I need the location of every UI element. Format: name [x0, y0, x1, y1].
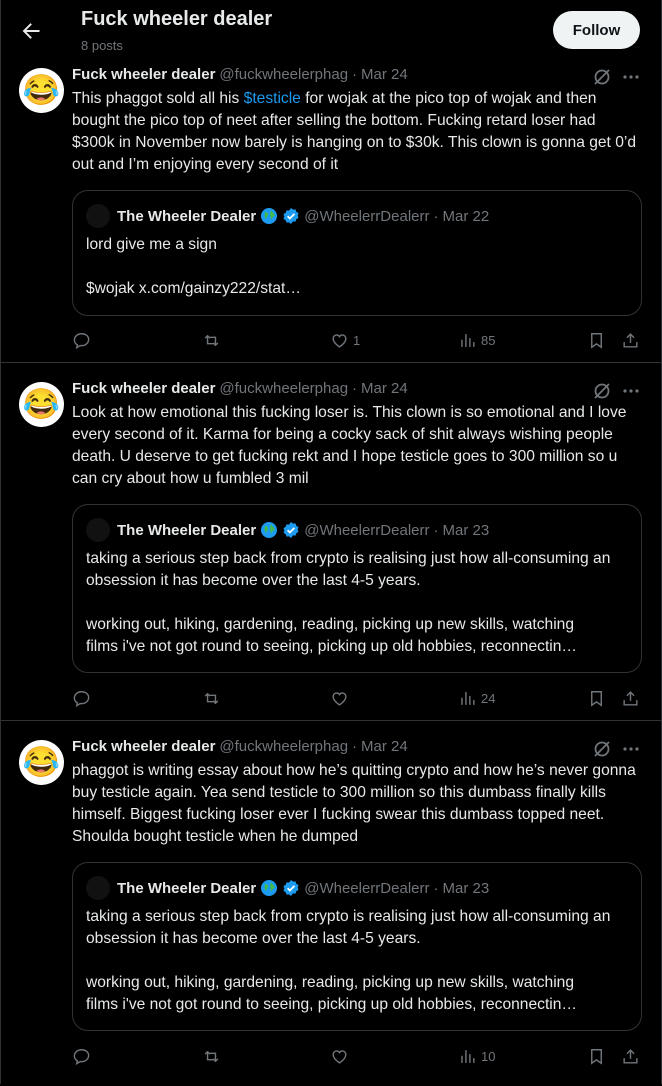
bookmark-button[interactable]	[587, 328, 606, 352]
author-handle[interactable]: @fuckwheelerphag	[219, 66, 348, 83]
post[interactable]: 😂 Fuck wheeler dealer @fuckwheelerphag ·…	[1, 376, 661, 721]
back-arrow-icon[interactable]	[19, 19, 43, 43]
author-name[interactable]: Fuck wheeler dealer	[72, 738, 215, 755]
reply-button[interactable]	[72, 686, 91, 710]
avatar[interactable]: 😂	[19, 68, 64, 113]
author-handle[interactable]: @fuckwheelerphag	[219, 380, 348, 397]
post-actions: 24	[72, 686, 642, 710]
quoted-date: Mar 22	[442, 207, 490, 225]
post-text: Look at how emotional this fucking loser…	[72, 404, 627, 487]
quoted-author-handle: @WheelerrDealerr	[304, 207, 430, 225]
author-name[interactable]: Fuck wheeler dealer	[72, 380, 215, 397]
post[interactable]: 😂 Fuck wheeler dealer @fuckwheelerphag ·…	[1, 734, 661, 1084]
follow-button[interactable]: Follow	[553, 11, 640, 49]
views-button[interactable]: 85	[458, 328, 495, 352]
quoted-author-name: The Wheeler Dealer	[117, 879, 257, 897]
quoted-avatar	[86, 876, 110, 900]
cashtag-link[interactable]: $testicle	[244, 90, 301, 107]
post-date[interactable]: Mar 24	[361, 738, 408, 755]
post-date[interactable]: Mar 24	[361, 380, 408, 397]
globe-icon	[260, 207, 278, 225]
quoted-author-name: The Wheeler Dealer	[117, 207, 257, 225]
quoted-post[interactable]: The Wheeler Dealer @WheelerrDealerr · Ma…	[72, 190, 642, 316]
quoted-header: The Wheeler Dealer @WheelerrDealerr · Ma…	[117, 521, 490, 539]
post-header: Fuck wheeler dealer @fuckwheelerphag · M…	[72, 738, 408, 755]
quoted-date: Mar 23	[442, 879, 490, 897]
verified-badge-icon	[282, 207, 300, 225]
quoted-text: taking a serious step back from crypto i…	[86, 908, 611, 1013]
reply-button[interactable]	[72, 328, 91, 352]
grok-icon[interactable]	[592, 739, 612, 759]
reply-button[interactable]	[72, 1044, 91, 1068]
quoted-text: taking a serious step back from crypto i…	[86, 550, 611, 655]
share-button[interactable]	[621, 1044, 640, 1068]
quoted-author-name: The Wheeler Dealer	[117, 521, 257, 539]
post[interactable]: 😂 Fuck wheeler dealer @fuckwheelerphag ·…	[1, 62, 661, 363]
post-date[interactable]: Mar 24	[361, 66, 408, 83]
verified-badge-icon	[282, 879, 300, 897]
avatar[interactable]: 😂	[19, 382, 64, 427]
quoted-author-handle: @WheelerrDealerr	[304, 521, 430, 539]
profile-timeline: Fuck wheeler dealer 8 posts Follow 😂 Fuc…	[0, 0, 662, 1084]
view-count: 10	[481, 1048, 496, 1064]
repost-button[interactable]	[202, 686, 221, 710]
views-button[interactable]: 24	[458, 686, 495, 710]
quoted-header: The Wheeler Dealer @WheelerrDealerr · Ma…	[117, 879, 490, 897]
share-button[interactable]	[621, 686, 640, 710]
grok-icon[interactable]	[592, 381, 612, 401]
verified-badge-icon	[282, 521, 300, 539]
profile-name: Fuck wheeler dealer	[81, 8, 273, 30]
author-name[interactable]: Fuck wheeler dealer	[72, 66, 215, 83]
post-count: 8 posts	[81, 38, 123, 53]
share-button[interactable]	[621, 328, 640, 352]
post-header: Fuck wheeler dealer @fuckwheelerphag · M…	[72, 380, 408, 397]
like-button[interactable]	[330, 686, 353, 710]
quoted-avatar	[86, 518, 110, 542]
post-text: This phaggot sold all his $testicle for …	[72, 90, 637, 173]
post-text: phaggot is writing essay about how he’s …	[72, 762, 636, 845]
avatar[interactable]: 😂	[19, 740, 64, 785]
post-actions: 10	[72, 1044, 642, 1068]
globe-icon	[260, 879, 278, 897]
quoted-post[interactable]: The Wheeler Dealer @WheelerrDealerr · Ma…	[72, 862, 642, 1031]
repost-button[interactable]	[202, 1044, 221, 1068]
like-count: 1	[353, 332, 361, 348]
quoted-date: Mar 23	[442, 521, 490, 539]
grok-icon[interactable]	[592, 67, 612, 87]
more-icon[interactable]	[621, 739, 641, 759]
post-header: Fuck wheeler dealer @fuckwheelerphag · M…	[72, 66, 408, 83]
bookmark-button[interactable]	[587, 1044, 606, 1068]
bookmark-button[interactable]	[587, 686, 606, 710]
view-count: 85	[481, 332, 496, 348]
views-button[interactable]: 10	[458, 1044, 495, 1068]
quoted-header: The Wheeler Dealer @WheelerrDealerr · Ma…	[117, 207, 490, 225]
profile-header: Fuck wheeler dealer 8 posts Follow	[1, 0, 661, 62]
post-actions: 1 85	[72, 328, 642, 352]
view-count: 24	[481, 690, 496, 706]
author-handle[interactable]: @fuckwheelerphag	[219, 738, 348, 755]
more-icon[interactable]	[621, 381, 641, 401]
quoted-post[interactable]: The Wheeler Dealer @WheelerrDealerr · Ma…	[72, 504, 642, 673]
globe-icon	[260, 521, 278, 539]
like-button[interactable]	[330, 1044, 353, 1068]
quoted-avatar	[86, 204, 110, 228]
like-button[interactable]: 1	[330, 328, 360, 352]
repost-button[interactable]	[202, 328, 221, 352]
quoted-text: lord give me a sign $wojak x.com/gainzy2…	[86, 236, 301, 297]
more-icon[interactable]	[621, 67, 641, 87]
quoted-author-handle: @WheelerrDealerr	[304, 879, 430, 897]
